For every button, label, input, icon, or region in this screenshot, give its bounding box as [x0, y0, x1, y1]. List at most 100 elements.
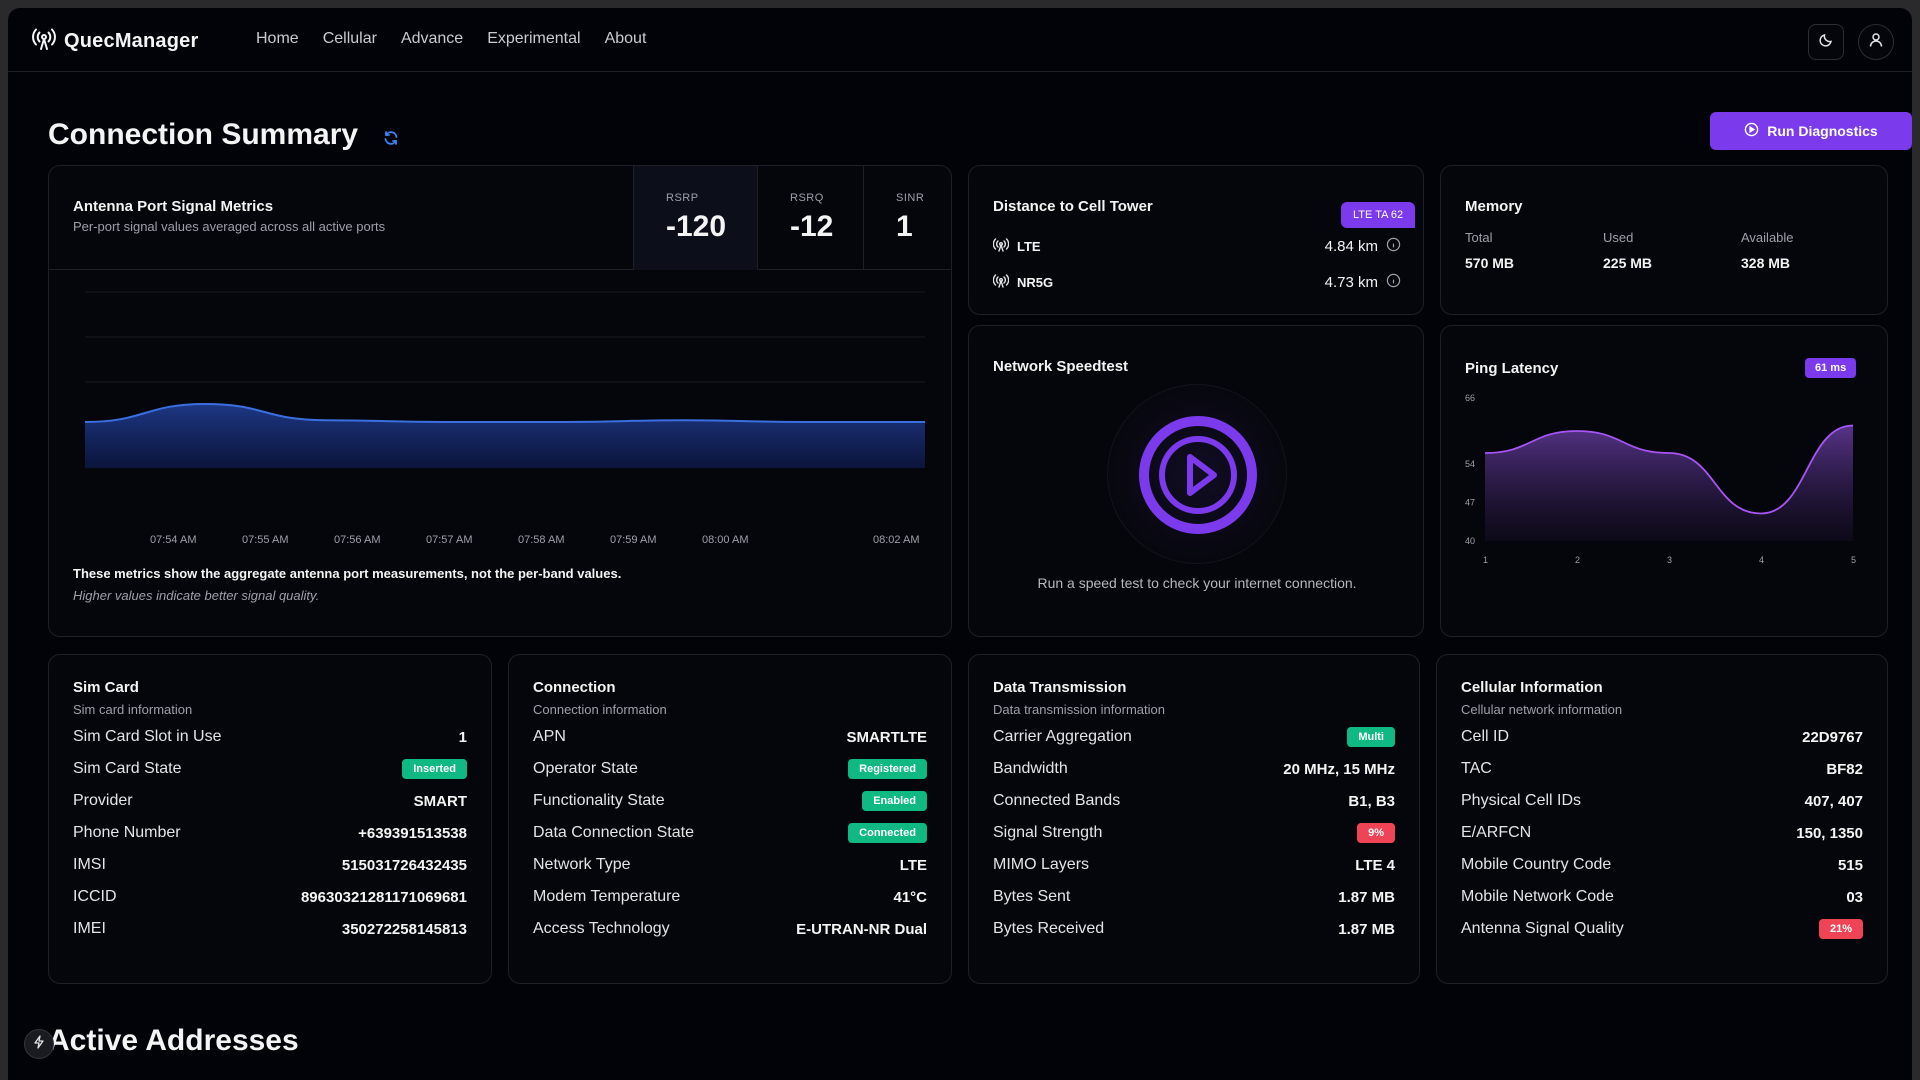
- speedtest-card: Network Speedtest Run a speed test to ch…: [968, 325, 1424, 637]
- app-window: QuecManager Home Cellular Advance Experi…: [8, 8, 1912, 1080]
- antenna-logo-icon: [32, 28, 56, 55]
- lte-label: LTE: [1017, 239, 1041, 254]
- info-row-value: 22D9767: [1802, 728, 1863, 746]
- dev-tools-button[interactable]: [24, 1029, 54, 1059]
- data-transmission-card-subtitle: Data transmission information: [993, 702, 1165, 717]
- x-tick: 07:55 AM: [242, 534, 289, 546]
- info-row-label: Sim Card State: [73, 760, 182, 777]
- page-title: Connection Summary: [48, 118, 359, 151]
- distance-label-lte: LTE: [992, 238, 1041, 255]
- memory-used-label: Used: [1603, 230, 1634, 245]
- info-row: APN SMARTLTE: [533, 721, 927, 753]
- ping-chart: 66 54 47 40 1 2 3 4 5: [1465, 393, 1856, 565]
- info-row: TAC BF82: [1461, 753, 1863, 785]
- nav-home[interactable]: Home: [256, 30, 299, 48]
- info-row-value: 41°C: [893, 888, 927, 906]
- ping-latency-card: Ping Latency 61 ms 66 54 47 40 1 2 3 4 5: [1440, 325, 1888, 637]
- y-tick-label: 40: [1465, 536, 1475, 546]
- x-tick: 07:56 AM: [334, 534, 381, 546]
- x-tick: 07:54 AM: [150, 534, 197, 546]
- y-tick-label: 66: [1465, 393, 1475, 403]
- info-row-label: Antenna Signal Quality: [1461, 920, 1624, 937]
- info-row: Mobile Network Code 03: [1461, 881, 1863, 913]
- info-row-value: LTE: [899, 856, 927, 874]
- main-nav: Home Cellular Advance Experimental About: [256, 30, 646, 48]
- speedtest-play-button[interactable]: [1107, 384, 1287, 564]
- nav-about[interactable]: About: [605, 30, 647, 48]
- memory-available: Available 328 MB: [1741, 230, 1794, 271]
- play-icon: [1139, 416, 1257, 534]
- info-row-label: Sim Card Slot in Use: [73, 728, 222, 745]
- cellular-info-card-subtitle: Cellular network information: [1461, 702, 1623, 717]
- theme-toggle-button[interactable]: [1808, 24, 1844, 60]
- info-row-label: MIMO Layers: [993, 856, 1090, 873]
- memory-total: Total 570 MB: [1465, 230, 1514, 271]
- info-row-value: SMART: [413, 792, 467, 810]
- brand-name: QuecManager: [64, 30, 199, 52]
- info-row-value: BF82: [1826, 760, 1863, 778]
- nr5g-distance: 4.73 km: [1324, 274, 1378, 291]
- refresh-icon[interactable]: [383, 130, 399, 151]
- rsrp-metric: RSRP -120: [633, 166, 757, 270]
- rsrq-metric: RSRQ -12: [757, 166, 863, 270]
- rsrq-label: RSRQ: [790, 192, 824, 204]
- info-row-value: 150, 1350: [1796, 824, 1863, 842]
- status-badge: Multi: [1347, 727, 1395, 747]
- brand[interactable]: QuecManager: [32, 28, 198, 55]
- info-row: Phone Number +639391513538: [73, 817, 467, 849]
- connection-card: Connection Connection information APN SMA…: [508, 654, 952, 984]
- user-icon: [1868, 32, 1884, 53]
- info-row-value: SMARTLTE: [846, 728, 927, 746]
- info-row-value: +639391513538: [358, 824, 467, 842]
- x-tick-label: 4: [1759, 555, 1764, 565]
- info-row-label: Mobile Network Code: [1461, 888, 1614, 905]
- antenna-signal-chart: [84, 291, 925, 468]
- info-row-label: Mobile Country Code: [1461, 856, 1612, 873]
- run-diagnostics-button[interactable]: Run Diagnostics: [1710, 112, 1912, 150]
- info-row: IMSI 515031726432435: [73, 849, 467, 881]
- info-row-value: 515031726432435: [341, 856, 467, 874]
- info-row-label: Signal Strength: [993, 824, 1103, 841]
- x-tick: 08:00 AM: [702, 534, 749, 546]
- sinr-metric: SINR 1: [863, 166, 951, 270]
- lte-distance: 4.84 km: [1324, 238, 1378, 255]
- nav-experimental[interactable]: Experimental: [487, 30, 580, 48]
- info-row-label: Access Technology: [533, 920, 670, 937]
- user-menu-button[interactable]: [1858, 24, 1894, 60]
- nav-advance[interactable]: Advance: [401, 30, 463, 48]
- sim-card-subtitle: Sim card information: [73, 702, 193, 717]
- info-row: Data Connection State Connected: [533, 817, 927, 849]
- info-icon[interactable]: [1386, 237, 1401, 256]
- info-row-value: 1.87 MB: [1338, 920, 1395, 938]
- rsrq-value: -12: [790, 210, 834, 243]
- info-row-label: TAC: [1461, 760, 1492, 777]
- signal-area: [85, 404, 925, 468]
- antenna-card-title: Antenna Port Signal Metrics: [73, 198, 274, 215]
- top-navbar: QuecManager Home Cellular Advance Experi…: [8, 8, 1912, 72]
- memory-used: Used 225 MB: [1603, 230, 1652, 271]
- memory-card: Memory Total 570 MB Used 225 MB Availabl…: [1440, 165, 1888, 315]
- info-row: Operator State Registered: [533, 753, 927, 785]
- info-row: Provider SMART: [73, 785, 467, 817]
- info-row-label: IMEI: [73, 920, 106, 937]
- antenna-metrics-card: Antenna Port Signal Metrics Per-port sig…: [48, 165, 952, 637]
- rsrp-value: -120: [666, 210, 727, 243]
- info-row-label: Modem Temperature: [533, 888, 681, 905]
- active-addresses-title: Active Addresses: [48, 1024, 299, 1057]
- y-tick-label: 47: [1465, 498, 1475, 508]
- play-circle-icon: [1744, 122, 1759, 140]
- info-icon[interactable]: [1386, 273, 1401, 292]
- info-row: Functionality State Enabled: [533, 785, 927, 817]
- sim-card-card: Sim Card Sim card information Sim Card S…: [48, 654, 492, 984]
- connection-card-title: Connection: [533, 679, 616, 696]
- info-row: IMEI 350272258145813: [73, 913, 467, 945]
- distance-value-lte: 4.84 km: [1325, 237, 1401, 256]
- info-row-label: ICCID: [73, 888, 117, 905]
- nav-cellular[interactable]: Cellular: [323, 30, 377, 48]
- info-row: ICCID 8963032128117106968​1: [73, 881, 467, 913]
- x-tick-label: 1: [1483, 555, 1488, 565]
- connection-card-subtitle: Connection information: [533, 702, 667, 717]
- memory-used-value: 225 MB: [1603, 255, 1653, 271]
- info-row-label: IMSI: [73, 856, 106, 873]
- info-row-label: Connected Bands: [993, 792, 1121, 809]
